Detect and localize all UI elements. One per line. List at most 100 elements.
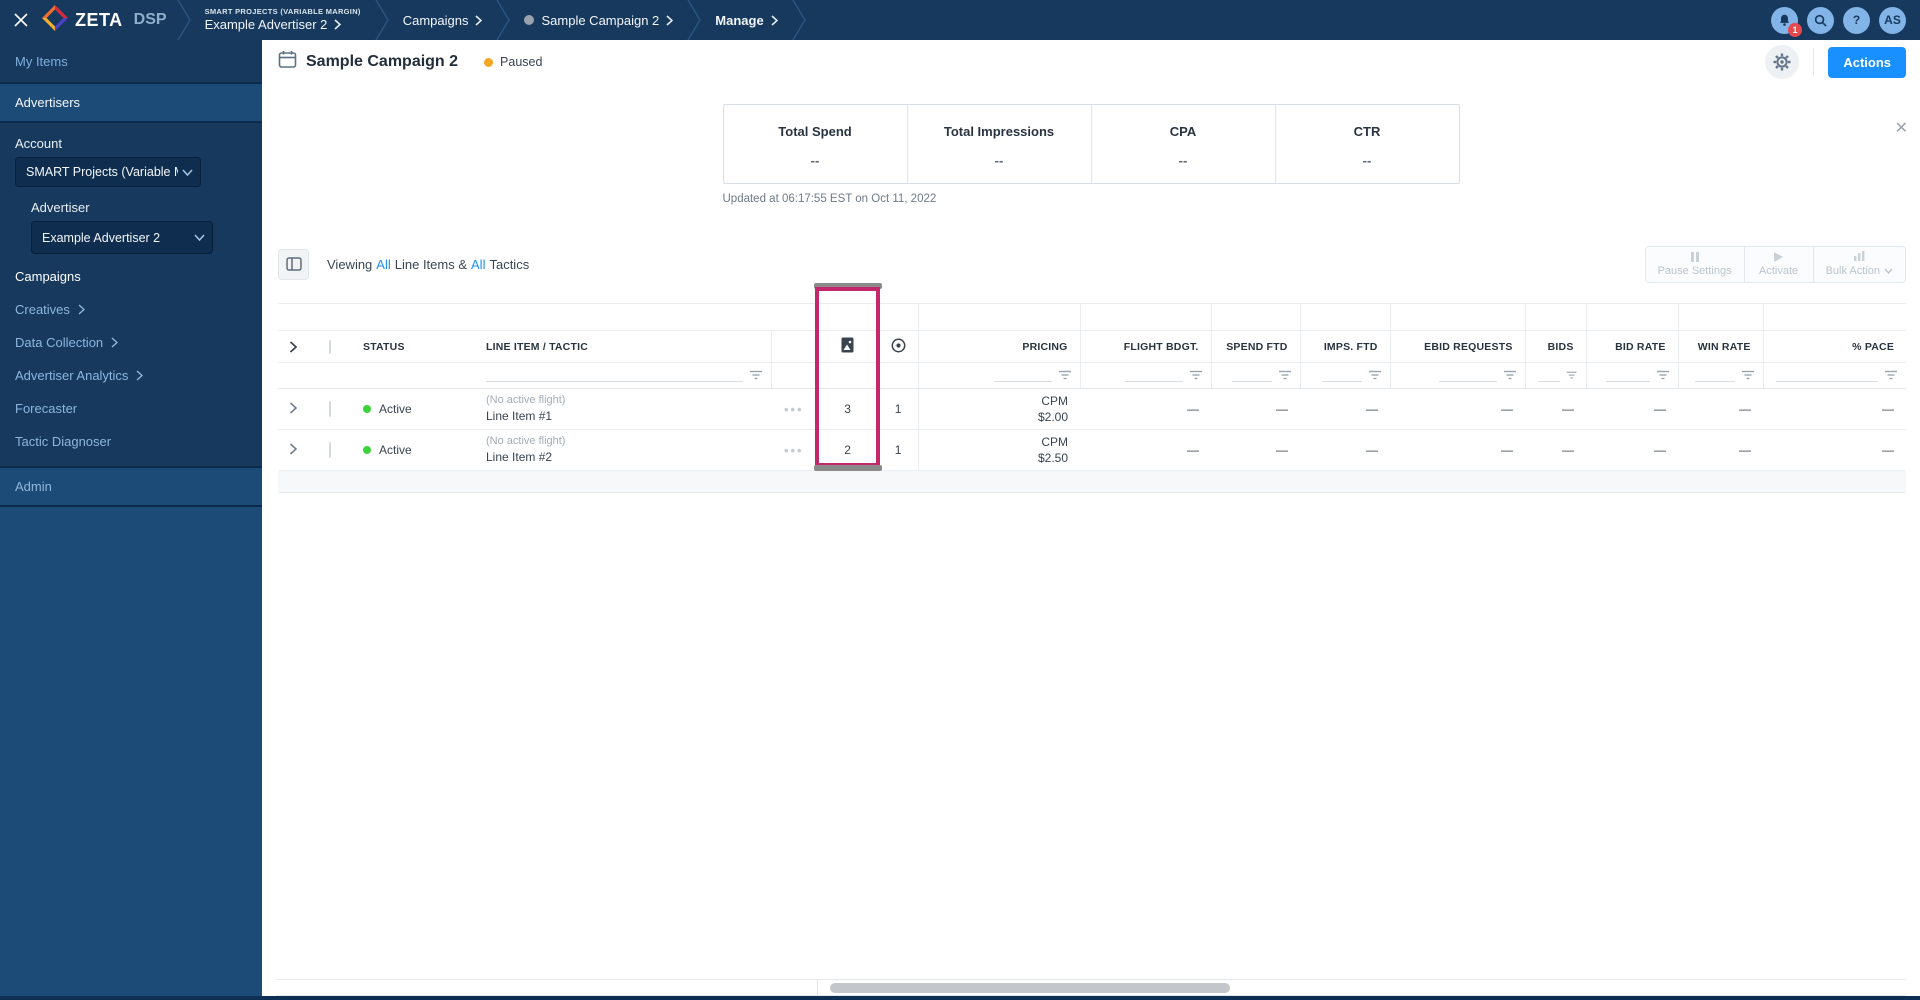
pause-settings-label: Pause Settings [1657, 265, 1732, 277]
sidebar-item-label: Forecaster [15, 401, 78, 416]
filter-icon[interactable] [1058, 370, 1072, 381]
tactics-count[interactable]: 1 [877, 388, 919, 430]
row-expand-button[interactable] [278, 388, 308, 430]
notification-badge: 1 [1788, 22, 1802, 37]
bulk-action-label: Bulk Action [1825, 265, 1880, 277]
row-expand-button[interactable] [278, 429, 308, 471]
notifications-button[interactable]: 1 [1771, 6, 1802, 37]
column-header-status[interactable]: STATUS [351, 330, 474, 363]
stat-value: -- [994, 153, 1004, 168]
row-checkbox[interactable] [328, 442, 331, 458]
filter-icon[interactable] [1278, 370, 1292, 381]
sidebar-item-campaigns[interactable]: Campaigns [0, 260, 262, 293]
sidebar-item-advertisers[interactable]: Advertisers [0, 82, 262, 123]
select-all-checkbox[interactable] [328, 339, 331, 354]
sidebar-item-my-items[interactable]: My Items [0, 40, 262, 82]
filter-icon[interactable] [1503, 370, 1517, 381]
pause-settings-button[interactable]: Pause Settings [1644, 245, 1745, 283]
product-name: DSP [133, 11, 167, 28]
avatar[interactable]: AS [1879, 6, 1906, 34]
help-button[interactable]: ? [1843, 6, 1870, 34]
advertiser-select[interactable]: Example Advertiser 2 [31, 221, 213, 254]
bid-rate-value: — [1586, 388, 1679, 430]
bid-rate-filter-input[interactable] [1605, 369, 1650, 382]
breadcrumb-manage[interactable]: Manage [701, 13, 791, 28]
tactics-count[interactable]: 1 [877, 429, 919, 471]
stats-updated-text: Updated at 06:17:55 EST on Oct 11, 2022 [722, 193, 937, 205]
column-header-bid-rate[interactable]: BID RATE [1585, 330, 1679, 363]
column-header-imps-ftd[interactable]: IMPS. FTD [1299, 330, 1391, 363]
column-header-tactics[interactable] [877, 330, 919, 363]
chevron-right-icon [475, 14, 483, 26]
win-rate-filter-input[interactable] [1694, 369, 1735, 382]
actions-button[interactable]: Actions [1828, 46, 1906, 78]
line-items-table: STATUS LINE ITEM / TACTIC PRICING FLIGHT… [278, 303, 1907, 493]
filter-icon[interactable] [1189, 370, 1203, 381]
line-item-name[interactable]: Line Item #1 [486, 408, 771, 424]
brand-name: ZETA [75, 9, 123, 30]
sidebar-item-tactic-diagnoser[interactable]: Tactic Diagnoser [0, 425, 262, 458]
sidebar-item-forecaster[interactable]: Forecaster [0, 392, 262, 425]
filter-icon[interactable] [749, 370, 763, 381]
stat-label: CPA [1169, 124, 1197, 139]
column-header-line-item[interactable]: LINE ITEM / TACTIC [474, 330, 771, 363]
column-layout-button[interactable] [278, 248, 309, 280]
table-group-row [278, 303, 1907, 331]
help-icon: ? [1852, 13, 1861, 27]
table-filter-row [278, 362, 1907, 389]
bulk-action-button[interactable]: Bulk Action [1812, 245, 1906, 283]
breadcrumb-campaign[interactable]: Sample Campaign 2 [510, 13, 687, 28]
sidebar-item-data-collection[interactable]: Data Collection [0, 326, 262, 359]
imps-ftd-filter-input[interactable] [1321, 369, 1362, 382]
filter-icon[interactable] [1368, 370, 1382, 381]
row-checkbox[interactable] [328, 401, 331, 417]
row-menu-icon[interactable]: ••• [784, 443, 804, 458]
spend-ftd-filter-input[interactable] [1231, 369, 1272, 382]
column-header-win-rate[interactable]: WIN RATE [1677, 330, 1764, 363]
page-title: Sample Campaign 2 [306, 53, 459, 70]
flight-note: (No active flight) [486, 394, 566, 407]
filter-icon[interactable] [1884, 370, 1898, 381]
account-select[interactable]: SMART Projects (Variable M [15, 157, 201, 187]
sidebar-lower-section: Admin [0, 466, 262, 996]
ebid-requests-value: — [1390, 388, 1526, 430]
close-icon[interactable] [0, 12, 42, 28]
zeta-logo[interactable]: ZETA DSP [42, 4, 167, 36]
row-menu-icon[interactable]: ••• [784, 402, 804, 417]
breadcrumb-advertiser[interactable]: SMART PROJECTS (VARIABLE MARGIN) Example… [191, 7, 375, 33]
settings-button[interactable] [1765, 45, 1800, 79]
all-tactics-link[interactable]: All [471, 257, 485, 272]
sidebar-item-admin[interactable]: Admin [0, 468, 262, 507]
top-bar: ZETA DSP SMART PROJECTS (VARIABLE MARGIN… [0, 0, 1920, 40]
sidebar-item-advertiser-analytics[interactable]: Advertiser Analytics [0, 359, 262, 392]
line-item-filter-input[interactable] [486, 369, 743, 382]
search-button[interactable] [1807, 6, 1834, 34]
line-item-name[interactable]: Line Item #2 [486, 449, 771, 465]
scrollbar-thumb[interactable] [830, 983, 1230, 993]
filter-icon[interactable] [1566, 370, 1577, 381]
all-line-items-link[interactable]: All [376, 257, 390, 272]
breadcrumb-separator-icon [375, 0, 389, 40]
stat-cpa: CPA -- [1090, 105, 1275, 183]
column-header-bids[interactable]: BIDS [1524, 330, 1587, 363]
bulk-action-icon [1853, 251, 1866, 262]
sidebar-item-creatives[interactable]: Creatives [0, 293, 262, 326]
pricing-filter-input[interactable] [993, 369, 1052, 382]
column-header-pricing[interactable]: PRICING [917, 330, 1081, 363]
campaign-status-dot [524, 15, 535, 25]
filter-icon[interactable] [1656, 370, 1670, 381]
stats-close-icon[interactable]: ✕ [1895, 121, 1908, 137]
table-header-row: STATUS LINE ITEM / TACTIC PRICING FLIGHT… [278, 330, 1907, 363]
column-header-flight-bdgt[interactable]: FLIGHT BDGT. [1079, 330, 1212, 363]
breadcrumb-campaigns[interactable]: Campaigns [389, 13, 497, 28]
flight-bdgt-filter-input[interactable] [1124, 369, 1183, 382]
expand-all-button[interactable] [278, 330, 308, 363]
column-header-pace[interactable]: % PACE [1762, 330, 1907, 363]
filter-icon[interactable] [1741, 370, 1755, 381]
column-header-spend-ftd[interactable]: SPEND FTD [1210, 330, 1301, 363]
ebid-requests-filter-input[interactable] [1438, 369, 1497, 382]
bids-filter-input[interactable] [1537, 369, 1561, 382]
column-header-ebid-requests[interactable]: EBID REQUESTS [1389, 330, 1526, 363]
activate-button[interactable]: Activate [1743, 245, 1814, 283]
pace-filter-input[interactable] [1775, 369, 1879, 382]
